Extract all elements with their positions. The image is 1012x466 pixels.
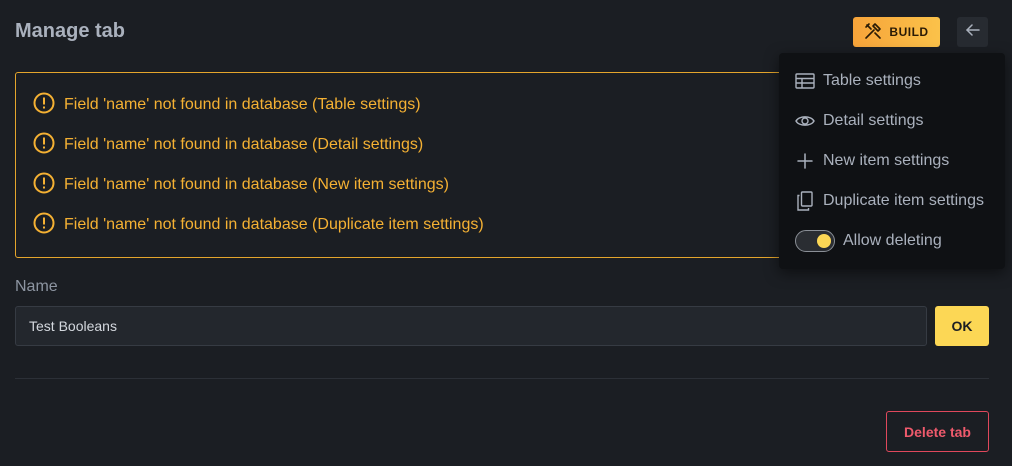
build-button[interactable]: BUILD bbox=[853, 17, 940, 47]
tools-icon bbox=[864, 22, 882, 43]
delete-tab-button[interactable]: Delete tab bbox=[886, 411, 989, 452]
alert-text: Field 'name' not found in database (Dupl… bbox=[64, 216, 484, 233]
arrow-left-icon bbox=[965, 23, 980, 41]
menu-item-label: Detail settings bbox=[823, 112, 924, 129]
divider bbox=[15, 378, 989, 379]
plus-icon bbox=[795, 151, 815, 171]
settings-dropdown-menu: Table settings Detail settings New item … bbox=[779, 53, 1005, 269]
menu-item-label: Table settings bbox=[823, 72, 921, 89]
menu-item-label: New item settings bbox=[823, 152, 950, 169]
name-label: Name bbox=[15, 278, 58, 295]
menu-item-label: Duplicate item settings bbox=[823, 192, 984, 209]
ok-button[interactable]: OK bbox=[935, 306, 989, 346]
menu-item-duplicate-item-settings[interactable]: Duplicate item settings bbox=[795, 189, 984, 213]
table-icon bbox=[795, 71, 815, 91]
back-button[interactable] bbox=[957, 17, 988, 47]
page-title: Manage tab bbox=[15, 20, 126, 42]
name-input[interactable] bbox=[15, 306, 927, 346]
copy-icon bbox=[795, 191, 815, 211]
warning-icon bbox=[33, 92, 64, 119]
eye-icon bbox=[795, 111, 815, 131]
warning-icon bbox=[33, 212, 64, 239]
warning-icon bbox=[33, 172, 64, 199]
menu-item-new-item-settings[interactable]: New item settings bbox=[795, 149, 949, 173]
menu-item-table-settings[interactable]: Table settings bbox=[795, 69, 921, 93]
alert-text: Field 'name' not found in database (New … bbox=[64, 176, 449, 193]
menu-item-detail-settings[interactable]: Detail settings bbox=[795, 109, 924, 133]
allow-deleting-toggle[interactable] bbox=[795, 230, 835, 252]
alert-text: Field 'name' not found in database (Tabl… bbox=[64, 96, 421, 113]
toggle-knob bbox=[817, 234, 831, 248]
menu-item-allow-deleting[interactable]: Allow deleting bbox=[795, 229, 942, 253]
build-label: BUILD bbox=[889, 25, 929, 39]
toggle-label: Allow deleting bbox=[843, 232, 942, 249]
warning-icon bbox=[33, 132, 64, 159]
alert-text: Field 'name' not found in database (Deta… bbox=[64, 136, 424, 153]
